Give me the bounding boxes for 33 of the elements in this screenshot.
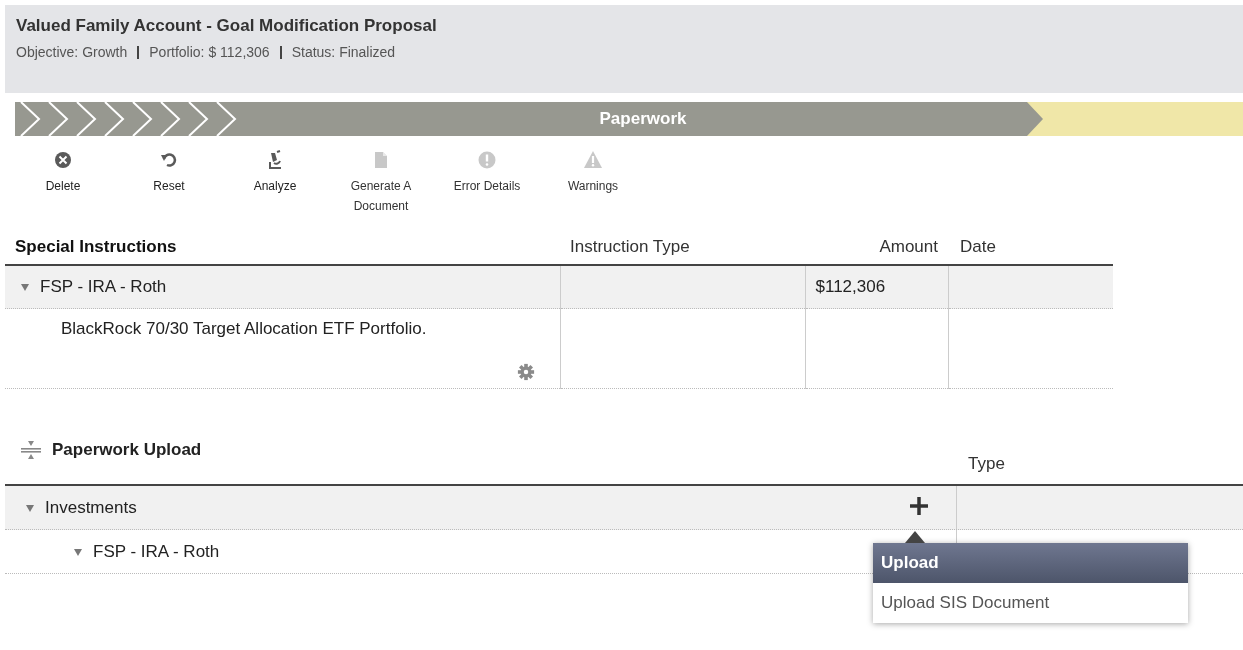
menu-title: Upload bbox=[873, 543, 1188, 583]
account-name: FSP - IRA - Roth bbox=[40, 277, 167, 297]
summary-text: Portfolio: $ 112,306 bbox=[149, 44, 270, 60]
tree-item[interactable]: Investments bbox=[45, 497, 137, 518]
document-icon bbox=[375, 152, 387, 168]
column-header: Type bbox=[968, 454, 1005, 473]
caret-icon[interactable] bbox=[73, 546, 83, 557]
section-title: Paperwork Upload bbox=[52, 440, 202, 460]
summary-text: Objective: Growth bbox=[16, 44, 128, 60]
undo-icon bbox=[161, 153, 177, 167]
instruction-text: BlackRock 70/30 Target Allocation ETF Portfolio. bbox=[61, 319, 427, 338]
tree-item[interactable]: FSP - IRA - Roth bbox=[93, 541, 220, 562]
caret-icon[interactable] bbox=[20, 282, 30, 292]
collapse-icon[interactable] bbox=[20, 440, 42, 460]
summary-text: Status: Finalized bbox=[291, 44, 396, 60]
column-header: Date bbox=[960, 237, 996, 256]
amount-cell: $112,306 bbox=[815, 277, 886, 296]
section-title: Special Instructions bbox=[15, 237, 177, 256]
caret-icon[interactable] bbox=[25, 502, 35, 513]
page-title: Valued Family Account - Goal Modification Proposal bbox=[16, 16, 438, 36]
microscope-icon bbox=[269, 150, 281, 169]
close-circle-icon bbox=[55, 152, 71, 168]
toolbar-button[interactable]: Analyze bbox=[222, 150, 328, 196]
add-icon[interactable] bbox=[908, 495, 930, 517]
menu-pointer-icon bbox=[905, 531, 925, 543]
toolbar-button[interactable]: Delete bbox=[10, 150, 116, 196]
exclamation-circle-icon bbox=[478, 151, 496, 169]
warning-icon bbox=[584, 151, 602, 168]
column-header: Instruction Type bbox=[570, 237, 690, 256]
column-header: Amount bbox=[879, 237, 938, 256]
toolbar-button[interactable]: Reset bbox=[116, 150, 222, 196]
settings-icon[interactable] bbox=[516, 363, 535, 381]
menu-item[interactable]: Upload SIS Document bbox=[873, 583, 1188, 623]
